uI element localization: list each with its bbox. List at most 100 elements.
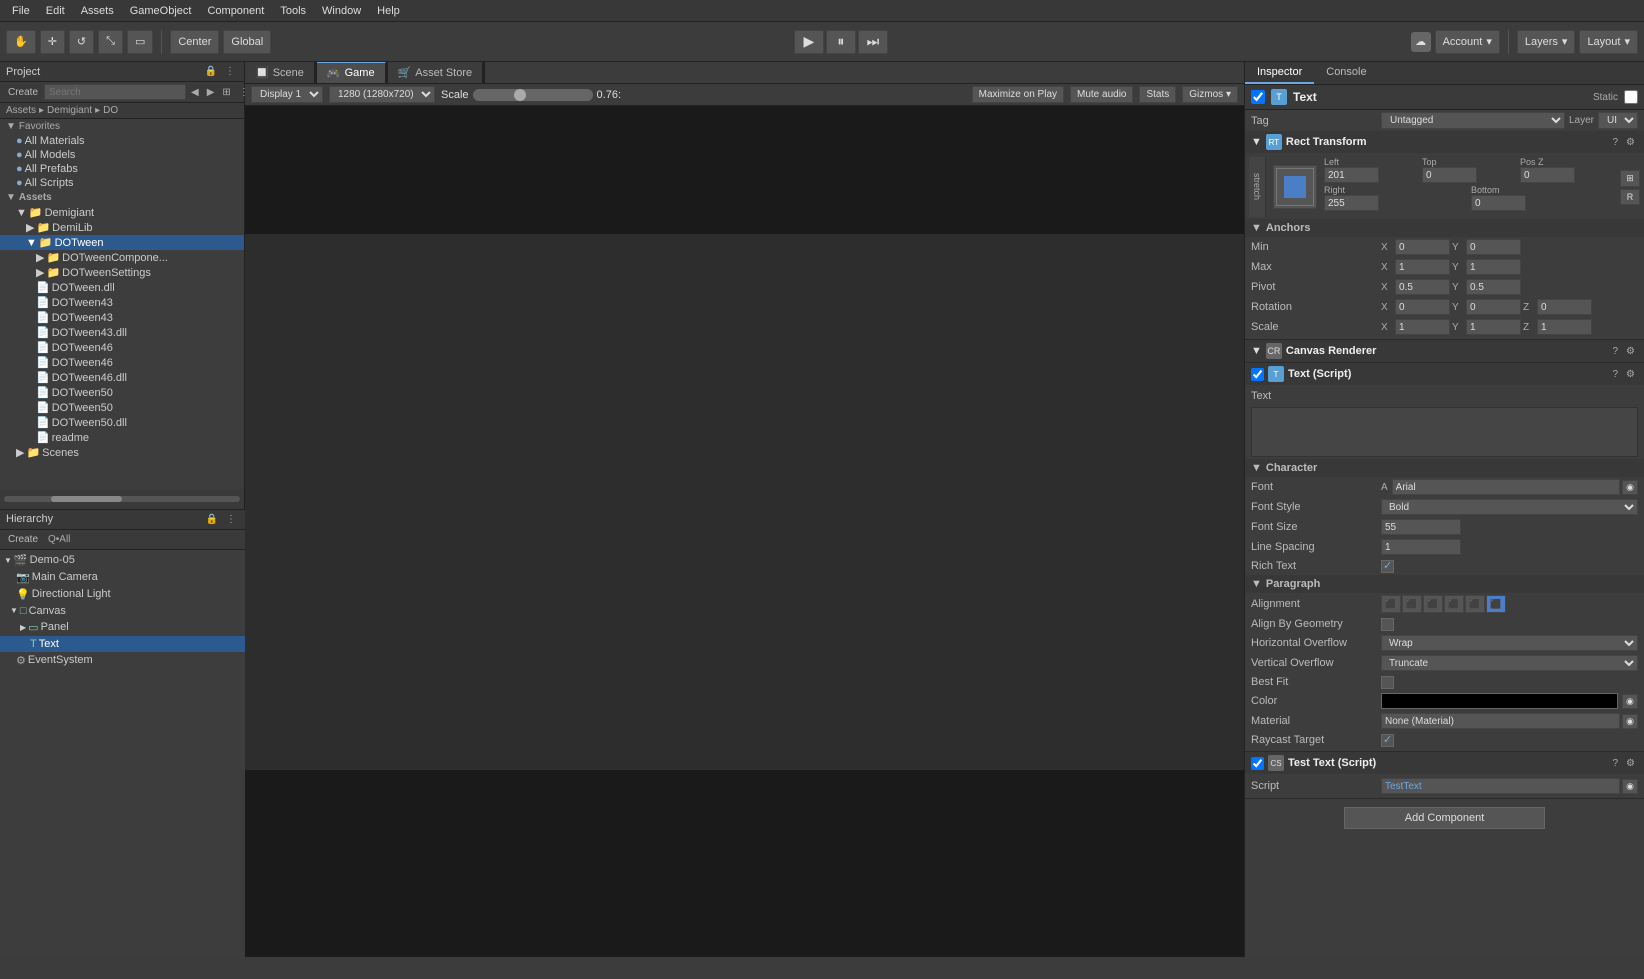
scale-y[interactable] [1466, 319, 1521, 335]
display-select[interactable]: Display 1 [251, 86, 323, 103]
text-script-header[interactable]: T Text (Script) ? ⚙ [1245, 363, 1644, 385]
anchor-preset-widget[interactable] [1270, 157, 1320, 217]
hier-canvas[interactable]: ▼ □ Canvas [0, 603, 245, 619]
rect-menu-btn[interactable]: ⚙ [1623, 136, 1638, 149]
object-active-checkbox[interactable] [1251, 90, 1265, 104]
center-btn[interactable]: Center [170, 30, 219, 54]
favorites-materials[interactable]: ● All Materials [0, 134, 244, 148]
align-mid-center[interactable]: ⬛ [1465, 595, 1485, 613]
scale-x[interactable] [1395, 319, 1450, 335]
rect-transform-header[interactable]: ▼ RT Rect Transform ? ⚙ [1245, 131, 1644, 153]
align-by-geo-checkbox[interactable] [1381, 618, 1394, 631]
rot-y[interactable] [1466, 299, 1521, 315]
maximize-btn[interactable]: Maximize on Play [972, 86, 1064, 103]
rect-tool-btn[interactable]: ▭ [127, 30, 153, 54]
menu-help[interactable]: Help [369, 3, 408, 19]
font-pick-btn[interactable]: ◉ [1622, 480, 1638, 495]
font-size-field[interactable] [1381, 519, 1461, 535]
favorites-models[interactable]: ● All Models [0, 148, 244, 162]
text-info-btn[interactable]: ? [1609, 368, 1621, 381]
cloud-icon[interactable]: ☁ [1411, 32, 1431, 52]
anchor-min-y[interactable] [1466, 239, 1521, 255]
anchor-max-x[interactable] [1395, 259, 1450, 275]
rot-z[interactable] [1537, 299, 1592, 315]
menu-gameobject[interactable]: GameObject [122, 3, 200, 19]
align-top-center[interactable]: ⬛ [1402, 595, 1422, 613]
tab-asset-store[interactable]: 🛒 Asset Store [388, 62, 484, 83]
scale-tool-btn[interactable]: ⤡ [98, 30, 123, 54]
account-btn[interactable]: Account ▾ [1435, 30, 1500, 54]
paragraph-header[interactable]: ▼ Paragraph [1245, 575, 1644, 593]
canvas-info-btn[interactable]: ? [1609, 345, 1621, 358]
testtext-menu-btn[interactable]: ⚙ [1623, 757, 1638, 770]
asset-dotween50-dll[interactable]: 📄 DOTween50.dll [0, 415, 244, 430]
top-field[interactable] [1422, 167, 1477, 183]
hier-directional-light[interactable]: 💡 Directional Light [0, 586, 245, 603]
text-menu-btn[interactable]: ⚙ [1623, 368, 1638, 381]
asset-readme[interactable]: 📄 readme [0, 430, 244, 445]
asset-dotween46[interactable]: 📄 DOTween46 [0, 340, 244, 355]
align-top-left[interactable]: ⬛ [1381, 595, 1401, 613]
hier-text[interactable]: T Text [0, 636, 245, 652]
anchors-header[interactable]: ▼ Anchors [1245, 219, 1644, 237]
font-style-select[interactable]: Bold Normal Italic [1381, 499, 1638, 515]
asset-dotween43[interactable]: 📄 DOTween43 [0, 295, 244, 310]
tag-select[interactable]: Untagged [1381, 112, 1565, 129]
align-top-right[interactable]: ⬛ [1423, 595, 1443, 613]
posz-field[interactable] [1520, 167, 1575, 183]
tab-game[interactable]: 🎮 Game [317, 62, 386, 83]
project-lock-btn[interactable]: 🔒 [202, 65, 220, 78]
hier-scene[interactable]: ▼ 🎬 Demo-05 [0, 552, 245, 569]
scale-slider[interactable] [473, 89, 593, 101]
resolution-select[interactable]: 1280 (1280x720) [329, 86, 435, 103]
add-component-btn[interactable]: Add Component [1344, 807, 1546, 829]
anchor-min-x[interactable] [1395, 239, 1450, 255]
assets-header[interactable]: ▼ Assets [0, 190, 244, 205]
stats-btn[interactable]: Stats [1139, 86, 1176, 103]
line-spacing-field[interactable] [1381, 539, 1461, 555]
project-create-btn[interactable]: Create [4, 85, 42, 100]
test-text-header[interactable]: CS Test Text (Script) ? ⚙ [1245, 752, 1644, 774]
tab-scene[interactable]: 🔲 Scene [245, 62, 315, 83]
material-pick-btn[interactable]: ◉ [1622, 714, 1638, 729]
menu-component[interactable]: Component [199, 3, 272, 19]
hierarchy-lock-btn[interactable]: 🔒 [203, 513, 221, 526]
step-btn[interactable]: ⏭ [858, 30, 888, 54]
pause-btn[interactable]: ⏸ [826, 30, 856, 54]
layer-select[interactable]: UI [1598, 112, 1638, 129]
align-mid-right[interactable]: ⬛ [1486, 595, 1506, 613]
character-header[interactable]: ▼ Character [1245, 459, 1644, 477]
menu-window[interactable]: Window [314, 3, 369, 19]
rect-extra-btn1[interactable]: ⊞ [1620, 170, 1640, 187]
asset-dotween-settings[interactable]: ▶ 📁 DOTweenSettings [0, 265, 244, 280]
menu-file[interactable]: File [4, 3, 38, 19]
project-view-btn[interactable]: ⊞ [219, 86, 233, 99]
move-tool-btn[interactable]: ✛ [40, 30, 65, 54]
favorites-prefabs[interactable]: ● All Prefabs [0, 162, 244, 176]
rect-r-btn[interactable]: R [1620, 189, 1640, 205]
canvas-menu-btn[interactable]: ⚙ [1623, 345, 1638, 358]
asset-demigiant[interactable]: ▼ 📁 Demigiant [0, 205, 244, 220]
asset-dotween[interactable]: ▼ 📁 DOTween [0, 235, 244, 250]
rich-text-checkbox[interactable] [1381, 560, 1394, 573]
gizmos-btn[interactable]: Gizmos ▾ [1182, 86, 1238, 103]
asset-scenes[interactable]: ▶ 📁 Scenes [0, 445, 244, 460]
text-script-enabled[interactable] [1251, 368, 1264, 381]
scale-z[interactable] [1537, 319, 1592, 335]
rect-info-btn[interactable]: ? [1609, 136, 1621, 149]
layers-btn[interactable]: Layers ▾ [1517, 30, 1576, 54]
asset-dotween43-dll[interactable]: 📄 DOTween43.dll [0, 325, 244, 340]
raycast-checkbox[interactable] [1381, 734, 1394, 747]
hier-main-camera[interactable]: 📷 Main Camera [0, 569, 245, 586]
play-btn[interactable]: ▶ [794, 30, 824, 54]
asset-dotween-dll[interactable]: 📄 DOTween.dll [0, 280, 244, 295]
asset-dotween-component[interactable]: ▶ 📁 DOTweenCompone... [0, 250, 244, 265]
project-search-input[interactable] [44, 84, 186, 100]
h-overflow-select[interactable]: Wrap Overflow [1381, 635, 1638, 651]
asset-dotween46-dll[interactable]: 📄 DOTween46.dll [0, 370, 244, 385]
static-checkbox[interactable] [1624, 90, 1638, 104]
color-pick-btn[interactable]: ◉ [1622, 694, 1638, 709]
color-swatch[interactable] [1381, 693, 1618, 709]
left-field[interactable] [1324, 167, 1379, 183]
hierarchy-create-btn[interactable]: Create [4, 532, 42, 547]
